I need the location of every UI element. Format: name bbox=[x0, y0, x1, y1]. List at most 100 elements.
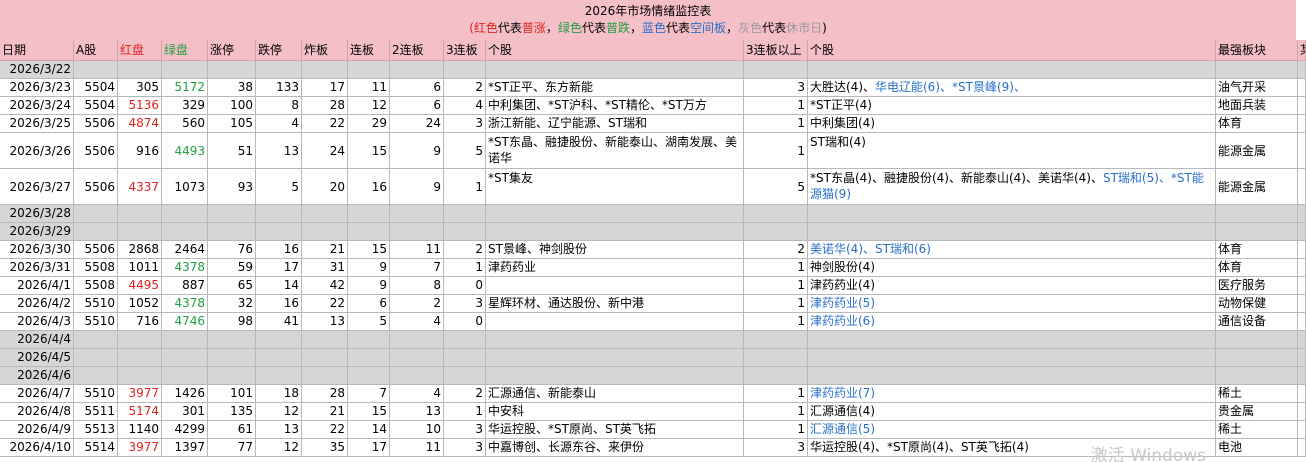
cell-stocks[interactable]: *ST集友 bbox=[486, 169, 744, 205]
cell-date[interactable]: 2026/3/30 bbox=[0, 241, 74, 259]
cell-streak3plus[interactable] bbox=[744, 205, 808, 223]
cell-streak3plus[interactable]: 5 bbox=[744, 169, 808, 205]
cell-sector[interactable]: 电池 bbox=[1216, 439, 1298, 457]
cell-streak3plus[interactable]: 3 bbox=[744, 79, 808, 97]
cell-ashare[interactable]: 5504 bbox=[74, 79, 118, 97]
cell-extra[interactable] bbox=[1298, 79, 1306, 97]
cell-streak2[interactable]: 6 bbox=[390, 97, 444, 115]
cell-limit-down[interactable]: 13 bbox=[256, 421, 302, 439]
cell-streak2[interactable]: 7 bbox=[390, 259, 444, 277]
cell-limit-up[interactable]: 65 bbox=[208, 277, 256, 295]
cell-streak2[interactable] bbox=[390, 331, 444, 349]
cell-streak3plus[interactable]: 2 bbox=[744, 241, 808, 259]
cell-extra[interactable] bbox=[1298, 331, 1306, 349]
cell-stocks[interactable] bbox=[486, 313, 744, 331]
cell-extra[interactable] bbox=[1298, 313, 1306, 331]
cell-ashare[interactable]: 5506 bbox=[74, 115, 118, 133]
cell-stocks-plus[interactable]: 津药药业(5) bbox=[808, 295, 1216, 313]
cell-ashare[interactable]: 5506 bbox=[74, 241, 118, 259]
cell-stocks[interactable] bbox=[486, 205, 744, 223]
cell-streak2[interactable] bbox=[390, 367, 444, 385]
cell-limit-down[interactable]: 5 bbox=[256, 169, 302, 205]
cell-stocks-plus[interactable]: *ST东晶(4)、融捷股份(4)、新能泰山(4)、美诺华(4)、ST瑞和(5)、… bbox=[808, 169, 1216, 205]
cell-streak[interactable] bbox=[348, 349, 390, 367]
cell-up[interactable]: 3977 bbox=[118, 439, 162, 457]
cell-extra[interactable] bbox=[1298, 61, 1306, 79]
cell-limit-up[interactable] bbox=[208, 205, 256, 223]
cell-streak2[interactable]: 10 bbox=[390, 421, 444, 439]
cell-down[interactable]: 4299 bbox=[162, 421, 208, 439]
cell-broken[interactable]: 21 bbox=[302, 241, 348, 259]
cell-date[interactable]: 2026/4/7 bbox=[0, 385, 74, 403]
cell-limit-down[interactable]: 8 bbox=[256, 97, 302, 115]
cell-up[interactable]: 4337 bbox=[118, 169, 162, 205]
cell-extra[interactable] bbox=[1298, 169, 1306, 205]
cell-limit-down[interactable]: 41 bbox=[256, 313, 302, 331]
cell-streak2[interactable]: 9 bbox=[390, 133, 444, 169]
cell-streak2[interactable] bbox=[390, 223, 444, 241]
cell-limit-up[interactable]: 98 bbox=[208, 313, 256, 331]
cell-streak[interactable]: 12 bbox=[348, 97, 390, 115]
cell-date[interactable]: 2026/4/2 bbox=[0, 295, 74, 313]
cell-stocks[interactable]: *ST东晶、融捷股份、新能泰山、湖南发展、美诺华 bbox=[486, 133, 744, 169]
cell-date[interactable]: 2026/4/5 bbox=[0, 349, 74, 367]
cell-date[interactable]: 2026/3/24 bbox=[0, 97, 74, 115]
cell-streak[interactable]: 9 bbox=[348, 277, 390, 295]
cell-extra[interactable] bbox=[1298, 277, 1306, 295]
cell-streak3plus[interactable] bbox=[744, 367, 808, 385]
cell-ashare[interactable] bbox=[74, 367, 118, 385]
cell-stocks[interactable]: *ST正平、东方新能 bbox=[486, 79, 744, 97]
cell-stocks[interactable]: 中利集团、*ST沪科、*ST精伦、*ST万方 bbox=[486, 97, 744, 115]
cell-streak[interactable]: 9 bbox=[348, 259, 390, 277]
cell-ashare[interactable]: 5508 bbox=[74, 277, 118, 295]
cell-stocks[interactable] bbox=[486, 331, 744, 349]
cell-stocks[interactable] bbox=[486, 367, 744, 385]
cell-sector[interactable]: 稀土 bbox=[1216, 421, 1298, 439]
cell-broken[interactable]: 28 bbox=[302, 385, 348, 403]
hdr-streak[interactable]: 连板 bbox=[348, 40, 390, 61]
cell-streak[interactable]: 14 bbox=[348, 421, 390, 439]
cell-broken[interactable] bbox=[302, 367, 348, 385]
cell-broken[interactable]: 13 bbox=[302, 313, 348, 331]
cell-down[interactable] bbox=[162, 205, 208, 223]
cell-limit-down[interactable]: 16 bbox=[256, 295, 302, 313]
cell-streak3plus[interactable] bbox=[744, 331, 808, 349]
cell-up[interactable]: 2868 bbox=[118, 241, 162, 259]
cell-sector[interactable]: 体育 bbox=[1216, 259, 1298, 277]
cell-date[interactable]: 2026/3/31 bbox=[0, 259, 74, 277]
cell-limit-down[interactable] bbox=[256, 205, 302, 223]
cell-limit-up[interactable] bbox=[208, 349, 256, 367]
cell-streak3plus[interactable]: 1 bbox=[744, 295, 808, 313]
cell-extra[interactable] bbox=[1298, 133, 1306, 169]
cell-streak3[interactable]: 3 bbox=[444, 421, 486, 439]
cell-limit-down[interactable]: 14 bbox=[256, 277, 302, 295]
cell-streak3plus[interactable]: 1 bbox=[744, 421, 808, 439]
cell-limit-down[interactable] bbox=[256, 61, 302, 79]
cell-streak3[interactable]: 2 bbox=[444, 385, 486, 403]
cell-broken[interactable]: 17 bbox=[302, 79, 348, 97]
cell-stocks[interactable]: 华运控股、*ST原尚、ST英飞拓 bbox=[486, 421, 744, 439]
hdr-streak3plus[interactable]: 3连板以上 bbox=[744, 40, 808, 61]
cell-streak2[interactable]: 11 bbox=[390, 241, 444, 259]
cell-streak3[interactable]: 5 bbox=[444, 133, 486, 169]
cell-streak3plus[interactable] bbox=[744, 61, 808, 79]
cell-up[interactable] bbox=[118, 205, 162, 223]
cell-sector[interactable] bbox=[1216, 61, 1298, 79]
cell-streak[interactable] bbox=[348, 205, 390, 223]
cell-stocks-plus[interactable] bbox=[808, 223, 1216, 241]
cell-broken[interactable] bbox=[302, 349, 348, 367]
cell-limit-up[interactable] bbox=[208, 331, 256, 349]
cell-stocks-plus[interactable] bbox=[808, 331, 1216, 349]
cell-extra[interactable] bbox=[1298, 241, 1306, 259]
cell-ashare[interactable] bbox=[74, 205, 118, 223]
cell-stocks-plus[interactable]: 美诺华(4)、ST瑞和(6) bbox=[808, 241, 1216, 259]
hdr-streak3[interactable]: 3连板 bbox=[444, 40, 486, 61]
cell-broken[interactable]: 21 bbox=[302, 403, 348, 421]
hdr-date[interactable]: 日期 bbox=[0, 40, 74, 61]
cell-ashare[interactable] bbox=[74, 331, 118, 349]
cell-streak3plus[interactable]: 1 bbox=[744, 313, 808, 331]
cell-limit-up[interactable]: 135 bbox=[208, 403, 256, 421]
cell-sector[interactable]: 体育 bbox=[1216, 115, 1298, 133]
cell-down[interactable]: 4378 bbox=[162, 295, 208, 313]
cell-ashare[interactable]: 5510 bbox=[74, 313, 118, 331]
